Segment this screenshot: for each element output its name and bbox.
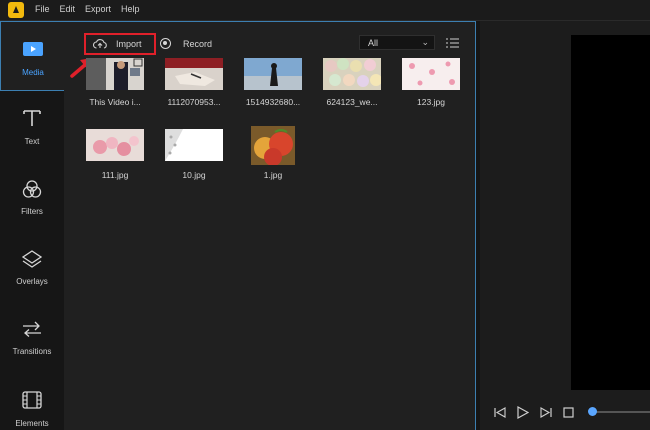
cloud-upload-icon xyxy=(93,39,107,49)
previous-frame-icon[interactable] xyxy=(494,407,506,418)
import-label[interactable]: Import xyxy=(116,39,142,49)
media-thumbnail[interactable] xyxy=(165,58,223,90)
filters-icon xyxy=(22,180,42,198)
title-bar: File Edit Export Help xyxy=(0,0,650,20)
media-thumbnail-label: 111.jpg xyxy=(101,170,129,180)
menu-export[interactable]: Export xyxy=(85,4,111,14)
record-icon[interactable] xyxy=(160,38,171,49)
sidebar: Media Text Filters Overlays Transitions xyxy=(0,21,64,430)
app-logo-icon xyxy=(8,2,24,18)
media-thumbnail-label: 10.jpg xyxy=(182,170,206,180)
seek-bar[interactable] xyxy=(596,411,650,413)
list-view-icon[interactable] xyxy=(446,38,459,48)
media-thumbnail[interactable] xyxy=(323,58,381,90)
seek-handle[interactable] xyxy=(588,407,597,416)
sidebar-item-elements[interactable]: Elements xyxy=(0,371,64,430)
media-thumbnail[interactable] xyxy=(251,126,295,165)
media-thumbnail-label: 1514932680... xyxy=(245,97,301,107)
chevron-down-icon: ⌄ xyxy=(421,37,429,47)
media-thumbnail-label: This Video i... xyxy=(89,97,141,107)
sidebar-item-label: Media xyxy=(22,68,44,77)
media-thumbnail-label: 624123_we... xyxy=(326,97,378,107)
filter-value: All xyxy=(368,38,379,48)
media-thumbnail[interactable] xyxy=(402,58,460,90)
panel-separator xyxy=(476,21,480,430)
menu-bar: File Edit Export Help xyxy=(35,4,150,14)
media-thumbnail-label: 123.jpg xyxy=(417,97,445,107)
media-filter-dropdown[interactable]: All ⌄ xyxy=(359,35,435,50)
preview-canvas xyxy=(571,35,650,390)
play-icon[interactable] xyxy=(517,406,529,419)
media-thumbnail[interactable] xyxy=(165,129,223,161)
sidebar-item-filters[interactable]: Filters xyxy=(0,161,64,231)
menu-file[interactable]: File xyxy=(35,4,50,14)
text-icon xyxy=(23,110,41,126)
elements-icon xyxy=(22,391,42,409)
media-icon xyxy=(23,42,43,56)
media-thumbnail[interactable] xyxy=(86,129,144,161)
record-button[interactable]: Record xyxy=(183,39,212,49)
media-thumbnail-label: 1112070953... xyxy=(167,97,221,107)
sidebar-item-label: Filters xyxy=(21,207,43,216)
sidebar-item-label: Text xyxy=(24,137,40,146)
media-thumbnail[interactable] xyxy=(86,58,144,90)
sidebar-item-text[interactable]: Text xyxy=(0,91,64,161)
media-thumbnail-label: 1.jpg xyxy=(263,170,283,180)
menu-help[interactable]: Help xyxy=(121,4,140,14)
media-thumbnail[interactable] xyxy=(244,58,302,90)
sidebar-item-label: Overlays xyxy=(16,277,48,286)
menu-edit[interactable]: Edit xyxy=(60,4,76,14)
sidebar-item-label: Transitions xyxy=(12,347,52,356)
stop-icon[interactable] xyxy=(563,407,574,418)
sidebar-item-overlays[interactable]: Overlays xyxy=(0,231,64,301)
sidebar-item-label: Elements xyxy=(15,419,49,428)
sidebar-item-transitions[interactable]: Transitions xyxy=(0,301,64,371)
transitions-icon xyxy=(23,321,41,337)
overlays-icon xyxy=(22,250,42,268)
next-frame-icon[interactable] xyxy=(540,407,552,418)
sidebar-item-media[interactable]: Media xyxy=(0,21,64,91)
